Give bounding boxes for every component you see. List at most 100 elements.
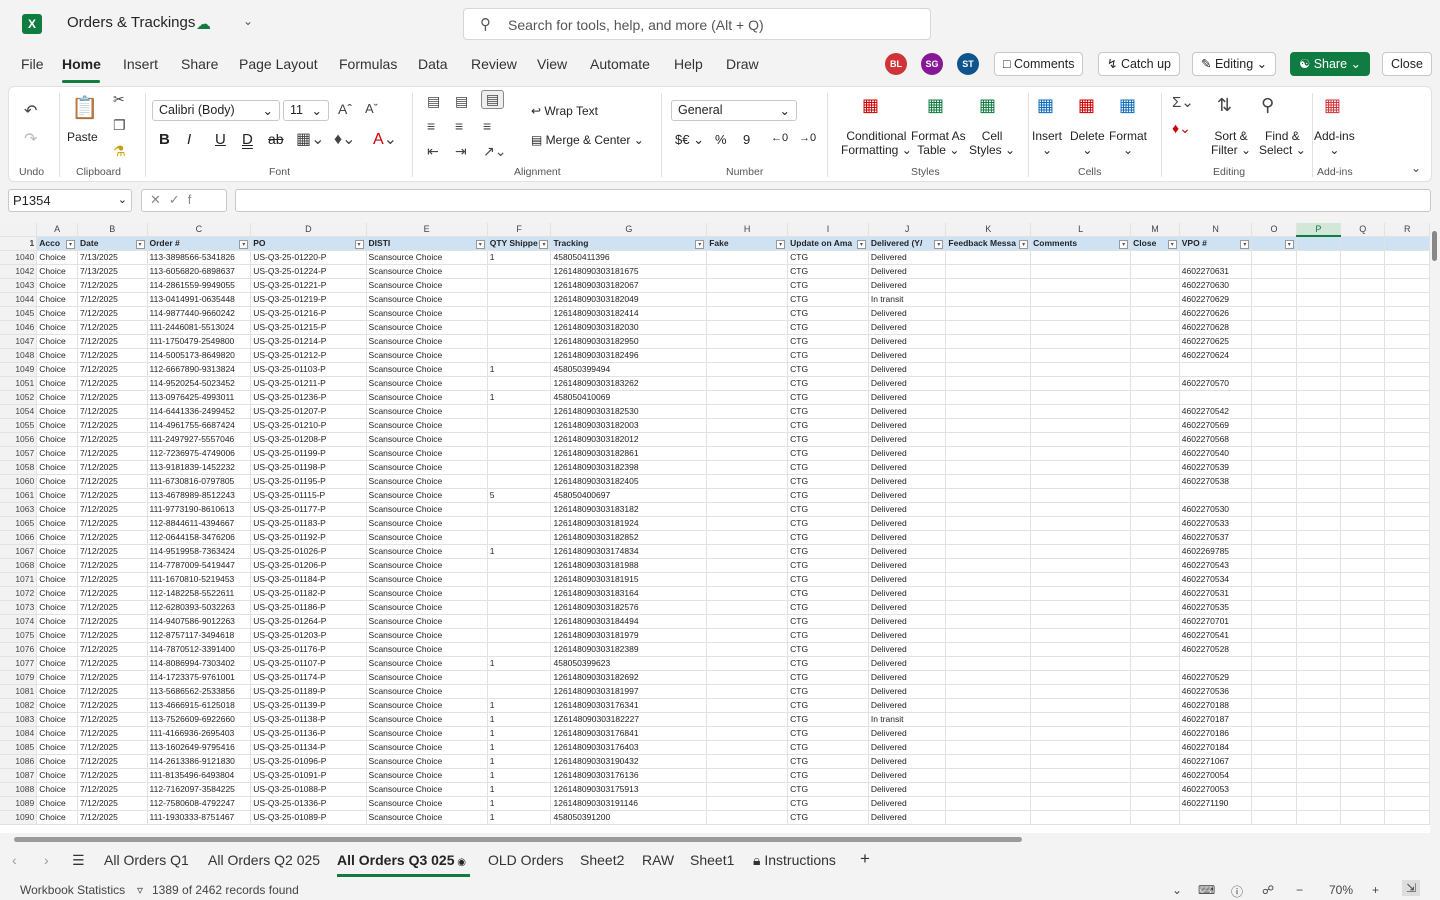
cell[interactable]: US-Q3-25-01214-P [250, 334, 367, 349]
row-header[interactable]: 1058 [0, 460, 38, 475]
font-name-dropdown[interactable]: Calibri (Body) ⌄ [152, 100, 280, 121]
cell[interactable] [1340, 278, 1386, 293]
cell[interactable]: Scansource Choice [366, 334, 488, 349]
cell[interactable]: US-Q3-25-01192-P [250, 530, 367, 545]
autosave-icon[interactable]: ☁ [196, 15, 211, 33]
format-as-table-button[interactable]: Format As Table ⌄ [911, 129, 966, 157]
cell[interactable]: CTG [787, 670, 869, 685]
column-header-o[interactable]: O [1251, 223, 1297, 237]
cell[interactable] [1296, 348, 1342, 363]
cell[interactable]: CTG [787, 544, 869, 559]
cell[interactable] [945, 250, 1032, 265]
cell[interactable] [1340, 446, 1386, 461]
cell[interactable]: CTG [787, 474, 869, 489]
formula-controls[interactable]: ✕✓f [141, 189, 227, 212]
cell[interactable] [945, 754, 1032, 769]
increase-decimal-button[interactable]: ←0 [771, 132, 788, 144]
format-as-table-icon[interactable]: ▦ [927, 95, 944, 116]
cell[interactable]: 126148090303190432 [550, 754, 708, 769]
cell[interactable] [1030, 614, 1132, 629]
cell[interactable]: 1 [487, 712, 552, 727]
cell[interactable] [706, 810, 789, 825]
cell[interactable]: Scansource Choice [366, 740, 488, 755]
cell[interactable]: 111-1670810-5219453 [147, 572, 252, 587]
cell[interactable] [945, 712, 1032, 727]
cell[interactable]: Scansource Choice [366, 460, 488, 475]
cell[interactable]: Scansource Choice [366, 250, 488, 265]
cell[interactable] [1030, 306, 1132, 321]
cell[interactable]: 111-8135496-6493804 [147, 768, 252, 783]
cell[interactable]: 7/12/2025 [77, 348, 148, 363]
cell[interactable]: 4602270537 [1179, 530, 1253, 545]
cell[interactable] [945, 376, 1032, 391]
cell[interactable] [1340, 432, 1386, 447]
sheet-tab[interactable]: RAW [642, 852, 674, 868]
cell[interactable]: 126148090303182389 [550, 642, 708, 657]
cell[interactable] [1340, 320, 1386, 335]
row-header[interactable]: 1043 [0, 278, 38, 293]
cell[interactable] [1296, 656, 1342, 671]
vertical-scrollbar[interactable] [1430, 219, 1440, 835]
cell[interactable] [706, 488, 789, 503]
cell[interactable] [1251, 754, 1297, 769]
cell[interactable] [1130, 432, 1180, 447]
cell[interactable] [1340, 404, 1386, 419]
cell[interactable] [1130, 712, 1180, 727]
cell[interactable] [1340, 306, 1386, 321]
table-header-cell[interactable]: Delivered (Y/ ▾ [868, 236, 947, 251]
find-select-button[interactable]: Find & Select ⌄ [1259, 129, 1306, 157]
cell[interactable] [1130, 782, 1180, 797]
cell[interactable] [1340, 628, 1386, 643]
menu-formulas[interactable]: Formulas [339, 56, 397, 72]
cell[interactable] [706, 768, 789, 783]
cell[interactable]: Choice [36, 446, 79, 461]
all-sheets-menu-icon[interactable]: ☰ [72, 852, 85, 869]
cell[interactable]: 114-9877440-9660242 [147, 306, 252, 321]
cell[interactable]: Choice [36, 460, 79, 475]
cell[interactable]: US-Q3-25-01199-P [250, 446, 367, 461]
cell[interactable] [1130, 670, 1180, 685]
cell[interactable]: CTG [787, 628, 869, 643]
cell[interactable]: Scansource Choice [366, 488, 488, 503]
cell[interactable] [1296, 418, 1342, 433]
cell[interactable] [1384, 460, 1430, 475]
cell[interactable] [1296, 446, 1342, 461]
cell[interactable] [487, 642, 552, 657]
cell[interactable] [1130, 642, 1180, 657]
format-painter-icon[interactable]: ⚗ [113, 143, 126, 160]
cell[interactable]: Delivered [868, 488, 947, 503]
cell[interactable]: Scansource Choice [366, 726, 488, 741]
cell[interactable]: Choice [36, 810, 79, 825]
cell[interactable] [487, 292, 552, 307]
cell[interactable] [1251, 502, 1297, 517]
cell[interactable] [1384, 642, 1430, 657]
cell[interactable]: 4602270630 [1179, 278, 1253, 293]
cell[interactable]: CTG [787, 698, 869, 713]
cell[interactable]: 7/12/2025 [77, 306, 148, 321]
cell[interactable] [1251, 768, 1297, 783]
cell[interactable]: 111-4166936-2695403 [147, 726, 252, 741]
filter-dropdown-icon[interactable]: ▾ [475, 239, 485, 249]
cell[interactable]: Scansource Choice [366, 306, 488, 321]
cell[interactable]: 4602270536 [1179, 684, 1253, 699]
cell[interactable]: Delivered [868, 502, 947, 517]
row-header[interactable]: 1042 [0, 264, 38, 279]
find-select-icon[interactable]: ⚲ [1261, 95, 1274, 116]
cell[interactable]: 4602270531 [1179, 586, 1253, 601]
cell[interactable]: 4602270701 [1179, 614, 1253, 629]
cell[interactable] [487, 572, 552, 587]
cell[interactable]: Delivered [868, 572, 947, 587]
cell[interactable] [487, 684, 552, 699]
cell[interactable]: Choice [36, 586, 79, 601]
align-bottom-icon[interactable]: ▤ [481, 90, 505, 109]
cell[interactable]: CTG [787, 376, 869, 391]
row-header[interactable]: 1052 [0, 390, 38, 405]
cell[interactable]: Choice [36, 250, 79, 265]
cell[interactable]: Choice [36, 362, 79, 377]
row-header[interactable]: 1081 [0, 684, 38, 699]
cell[interactable]: Delivered [868, 264, 947, 279]
column-header-q[interactable]: Q [1340, 223, 1386, 237]
clear-icon[interactable]: ♦⌄ [1172, 120, 1191, 137]
cell[interactable]: 126148090303181915 [550, 572, 708, 587]
cell[interactable]: Choice [36, 712, 79, 727]
